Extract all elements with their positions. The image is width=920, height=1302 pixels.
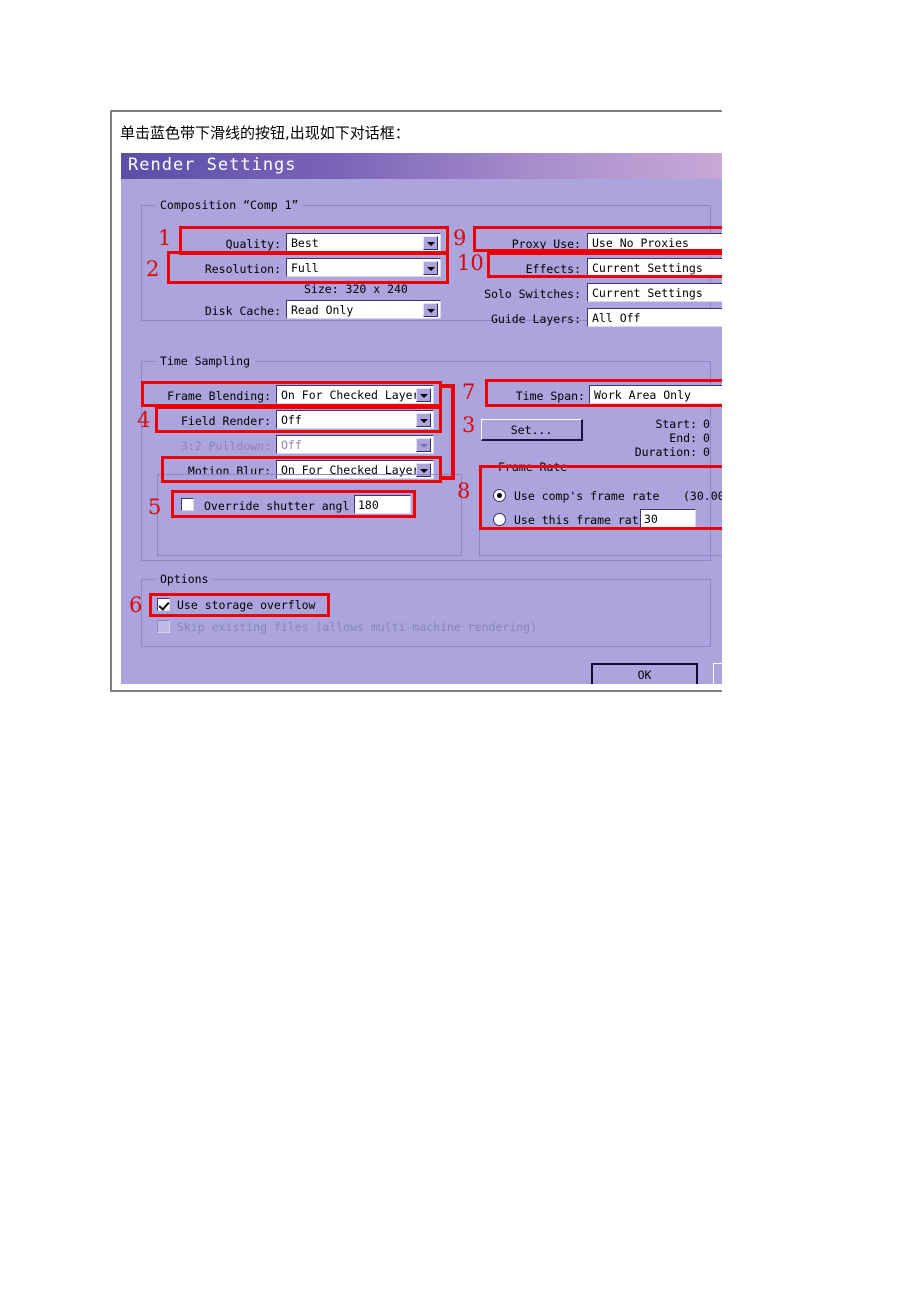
- duration-value: 0: [703, 445, 710, 459]
- proxy-use-dropdown[interactable]: Use No Proxies: [587, 233, 722, 252]
- chevron-down-icon[interactable]: [423, 236, 438, 250]
- chevron-down-icon[interactable]: [416, 413, 431, 427]
- frame-blending-label: Frame Blending:: [167, 389, 271, 403]
- dialog-title: Render Settings: [128, 155, 297, 175]
- this-frame-rate-value: 30: [644, 512, 658, 526]
- use-this-frame-rate-label: Use this frame rat: [514, 513, 639, 527]
- pulldown-dropdown: Off: [276, 435, 434, 454]
- use-comp-frame-rate-label: Use comp's frame rate: [514, 489, 660, 503]
- annotation-number-3: 3: [462, 413, 476, 437]
- annotation-number-8: 8: [457, 479, 471, 503]
- quality-dropdown[interactable]: Best: [286, 233, 441, 252]
- quality-value: Best: [291, 236, 319, 250]
- time-span-dropdown[interactable]: Work Area Only: [589, 385, 722, 404]
- page-caption: 单击蓝色带下滑线的按钮,出现如下对话框：: [120, 124, 410, 142]
- annotation-bracket-3-top: [439, 384, 455, 388]
- skip-existing-files-checkbox: [157, 620, 170, 633]
- annotation-number-10: 10: [457, 251, 484, 275]
- resolution-label: Resolution:: [204, 262, 281, 276]
- override-shutter-label: Override shutter angl: [204, 499, 350, 513]
- annotation-number-1: 1: [158, 226, 172, 250]
- document-page-frame: 单击蓝色带下滑线的按钮,出现如下对话框： Render Settings Com…: [110, 110, 722, 692]
- use-comp-frame-rate-radio[interactable]: [493, 489, 506, 502]
- chevron-down-icon[interactable]: [423, 303, 438, 317]
- this-frame-rate-input[interactable]: 30: [640, 509, 696, 528]
- annotation-number-9: 9: [453, 226, 467, 250]
- override-shutter-checkbox[interactable]: [181, 498, 194, 511]
- annotation-number-4: 4: [137, 408, 151, 432]
- options-group-label: Options: [155, 572, 214, 586]
- resolution-dropdown[interactable]: Full: [286, 258, 441, 277]
- frame-blending-dropdown[interactable]: On For Checked Layers: [276, 385, 434, 404]
- composition-group-label: Composition “Comp 1”: [155, 198, 304, 212]
- frame-blending-value: On For Checked Layers: [281, 388, 427, 402]
- disk-cache-dropdown[interactable]: Read Only: [286, 300, 441, 319]
- effects-value: Current Settings: [592, 261, 703, 275]
- shutter-subgroup: [157, 474, 462, 556]
- use-storage-overflow-checkbox[interactable]: [157, 598, 170, 611]
- dialog-body: Composition “Comp 1” Quality: Best Resol…: [121, 179, 722, 684]
- field-render-dropdown[interactable]: Off: [276, 410, 434, 429]
- annotation-bracket-3-bottom: [439, 476, 455, 480]
- proxy-use-label: Proxy Use:: [511, 237, 581, 251]
- end-value: 0: [703, 431, 710, 445]
- pulldown-label: 3:2 Pulldown:: [180, 439, 271, 453]
- options-group: Options: [141, 572, 711, 647]
- chevron-down-icon: [416, 438, 431, 452]
- duration-label: Duration:: [634, 445, 697, 459]
- time-span-value: Work Area Only: [594, 388, 691, 402]
- size-readout: Size: 320 x 240: [304, 282, 408, 296]
- disk-cache-value: Read Only: [291, 303, 354, 317]
- annotation-number-2: 2: [146, 257, 160, 281]
- annotation-number-6: 6: [129, 593, 143, 617]
- set-button[interactable]: Set...: [481, 419, 583, 441]
- guide-layers-label: Guide Layers:: [490, 312, 581, 326]
- chevron-down-icon[interactable]: [423, 261, 438, 275]
- annotation-number-7: 7: [462, 380, 476, 404]
- start-label: Start:: [655, 417, 697, 431]
- effects-label: Effects:: [525, 262, 581, 276]
- start-value: 0: [703, 417, 710, 431]
- skip-existing-files-label: Skip existing files (allows multi-machin…: [177, 620, 538, 634]
- render-settings-dialog: Render Settings Composition “Comp 1” Qua…: [120, 152, 722, 684]
- pulldown-value: Off: [281, 438, 302, 452]
- field-render-label: Field Render:: [180, 414, 271, 428]
- shutter-angle-value: 180: [358, 498, 379, 512]
- shutter-angle-input[interactable]: 180: [354, 495, 411, 514]
- disk-cache-label: Disk Cache:: [204, 304, 281, 318]
- chevron-down-icon[interactable]: [416, 388, 431, 402]
- ok-button[interactable]: OK: [591, 663, 698, 684]
- effects-dropdown[interactable]: Current Settings: [587, 258, 722, 277]
- annotation-number-5: 5: [148, 495, 162, 519]
- frame-rate-group-label: Frame Rate: [493, 460, 573, 474]
- resolution-value: Full: [291, 261, 319, 275]
- quality-label: Quality:: [225, 237, 281, 251]
- solo-switches-dropdown[interactable]: Current Settings: [587, 283, 722, 302]
- end-label: End:: [669, 431, 697, 445]
- time-span-label: Time Span:: [515, 389, 585, 403]
- proxy-use-value: Use No Proxies: [592, 236, 689, 250]
- use-storage-overflow-label: Use storage overflow: [177, 598, 316, 612]
- cancel-button[interactable]: [713, 663, 722, 684]
- time-sampling-group-label: Time Sampling: [155, 354, 256, 368]
- use-this-frame-rate-radio[interactable]: [493, 513, 506, 526]
- solo-switches-label: Solo Switches:: [484, 287, 581, 301]
- solo-switches-value: Current Settings: [592, 286, 703, 300]
- guide-layers-value: All Off: [592, 311, 641, 325]
- dialog-titlebar: Render Settings: [121, 153, 722, 179]
- guide-layers-dropdown[interactable]: All Off: [587, 308, 722, 327]
- field-render-value: Off: [281, 413, 302, 427]
- comp-frame-rate-value: (30.00): [683, 489, 722, 503]
- annotation-bracket-3-stem: [451, 384, 455, 480]
